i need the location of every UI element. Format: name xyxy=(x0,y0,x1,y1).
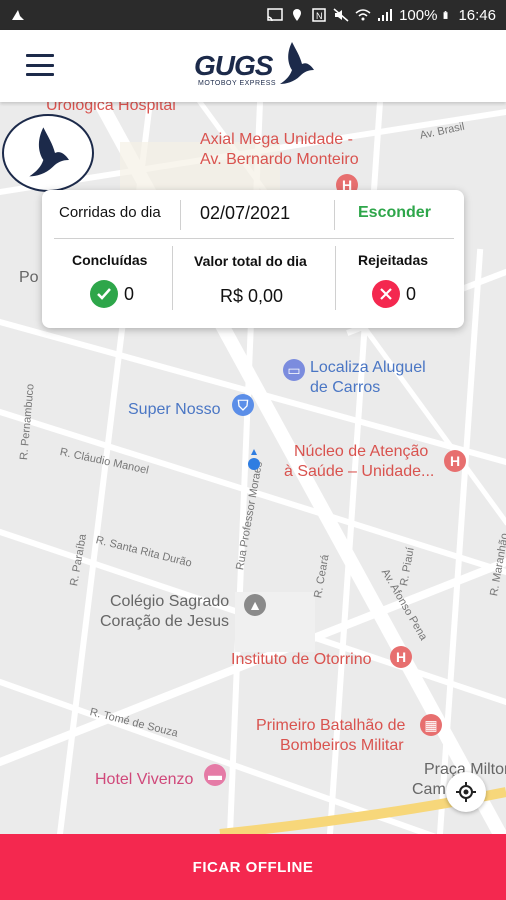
rejected-title: Rejeitadas xyxy=(358,252,429,268)
day-date[interactable]: 02/07/2021 xyxy=(200,203,290,224)
mute-icon xyxy=(333,8,349,22)
check-icon xyxy=(90,280,118,308)
svg-text:N: N xyxy=(316,11,323,21)
hide-button[interactable]: Esconder xyxy=(358,204,431,222)
total-value: R$ 0,00 xyxy=(220,286,284,306)
cast-icon xyxy=(267,8,283,22)
daily-summary-card: Corridas do dia 02/07/2021 Esconder Conc… xyxy=(42,190,464,328)
total-title: Valor total do dia xyxy=(194,253,307,269)
menu-icon-bar xyxy=(26,54,54,57)
map-place-label: Colégio Sagrado xyxy=(110,593,230,610)
building-icon: ▦ xyxy=(420,714,442,736)
bird-logo-icon xyxy=(29,127,69,177)
map-place-label: Bombeiros Militar xyxy=(280,737,404,754)
wifi-icon xyxy=(355,9,371,21)
map-place-label: Núcleo de Atenção xyxy=(294,443,429,460)
hospital-icon: H xyxy=(444,450,466,472)
nfc-icon: N xyxy=(312,8,326,22)
hospital-icon: H xyxy=(390,646,412,668)
divider xyxy=(335,246,336,310)
map-place-label: Super Nosso xyxy=(128,401,221,418)
map-place-label: Cam xyxy=(412,781,446,798)
school-icon: ▲ xyxy=(244,594,266,616)
map-place-label: Po xyxy=(19,269,39,286)
clock: 16:46 xyxy=(458,6,496,24)
close-icon xyxy=(372,280,400,308)
map-place-label: Hotel Vivenzo xyxy=(95,771,194,788)
app-notification-icon xyxy=(12,10,24,20)
divider xyxy=(334,200,335,230)
map-place-label: Urológica Hospital xyxy=(46,102,176,114)
current-location-marker xyxy=(248,449,260,470)
map-place-label: Axial Mega Unidade - xyxy=(200,131,353,148)
go-offline-button[interactable]: FICAR OFFLINE xyxy=(0,834,506,900)
battery-percent: 100% xyxy=(399,6,438,24)
app-logo: GUGS MOTOBOY EXPRESS xyxy=(192,40,322,92)
divider xyxy=(54,238,454,239)
map-place-label: Primeiro Batalhão de xyxy=(256,717,406,734)
menu-icon-bar xyxy=(26,73,54,76)
completed-title: Concluídas xyxy=(72,252,148,268)
completed-value: 0 xyxy=(124,283,135,304)
map-place-label: Av. Bernardo Monteiro xyxy=(200,151,359,168)
map-place-label: Localiza Aluguel xyxy=(310,359,426,376)
bird-logo-icon xyxy=(280,42,314,84)
divider xyxy=(172,246,173,310)
rejected-value: 0 xyxy=(406,283,417,304)
app-bar: GUGS MOTOBOY EXPRESS xyxy=(0,30,506,102)
shopping-cart-icon: ⛉ xyxy=(232,394,254,416)
status-bar: N 100% 16:46 xyxy=(0,0,506,30)
logo-text: GUGS xyxy=(194,50,273,81)
status-right: N 100% 16:46 xyxy=(267,7,496,24)
location-icon xyxy=(293,9,302,21)
logo-subtext: MOTOBOY EXPRESS xyxy=(198,80,277,87)
crosshair-icon xyxy=(456,782,476,802)
user-avatar[interactable] xyxy=(2,114,94,192)
map-place-label: Instituto de Otorrino xyxy=(231,651,372,668)
menu-button[interactable] xyxy=(26,54,54,76)
map-place-label: Coração de Jesus xyxy=(100,613,229,630)
battery-icon xyxy=(444,11,448,19)
completed-count: 0 xyxy=(90,280,134,308)
status-left xyxy=(10,8,26,22)
rejected-count: 0 xyxy=(372,280,416,308)
divider xyxy=(180,200,181,230)
my-location-button[interactable] xyxy=(446,772,486,812)
hotel-icon: ▬ xyxy=(204,764,226,786)
day-rides-label: Corridas do dia xyxy=(59,204,161,221)
signal-icon xyxy=(378,9,393,21)
map-place-label: de Carros xyxy=(310,379,381,396)
car-rental-icon: ▭ xyxy=(283,359,305,381)
map-place-label: à Saúde – Unidade... xyxy=(284,463,435,480)
menu-icon-bar xyxy=(26,63,54,67)
